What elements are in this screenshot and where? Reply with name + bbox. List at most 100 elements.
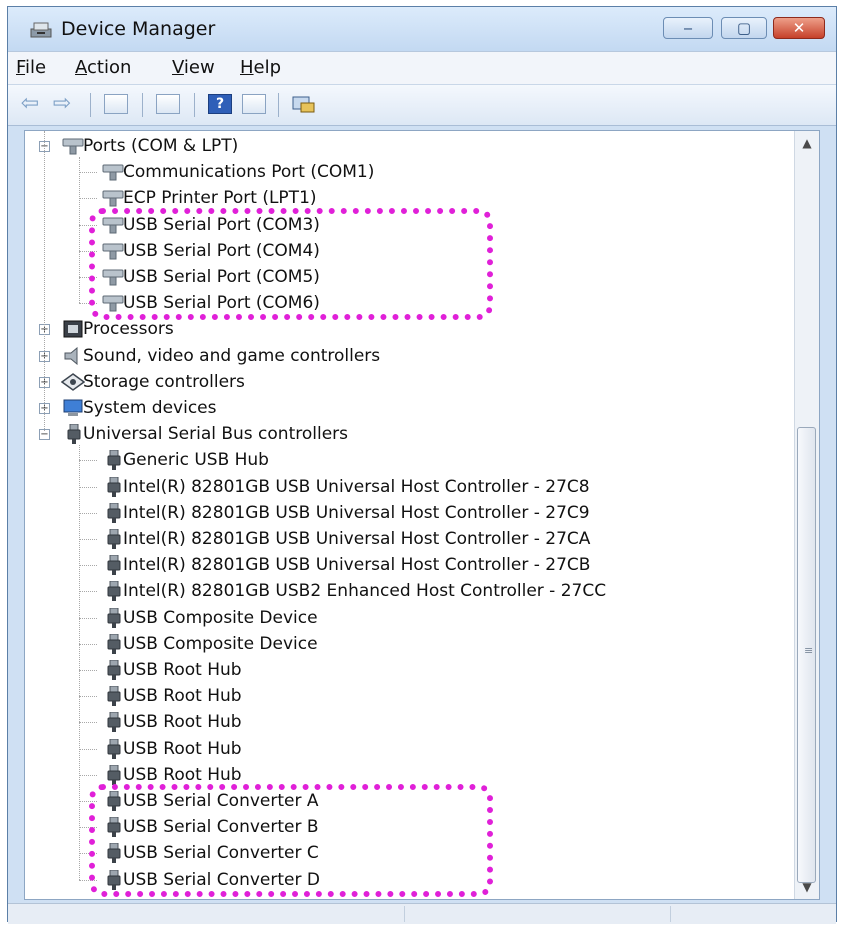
category-label: Sound, video and game controllers bbox=[83, 345, 381, 366]
maximize-button[interactable]: ▢ bbox=[721, 17, 767, 39]
device-label: USB Serial Converter A bbox=[123, 791, 319, 811]
tree-device-usb-root-hub[interactable]: USB Root Hub bbox=[25, 657, 795, 683]
device-label: Intel(R) 82801GB USB2 Enhanced Host Cont… bbox=[123, 581, 607, 602]
minimize-button[interactable]: ‒ bbox=[663, 17, 713, 39]
tree-device-usb-serial-port-com5[interactable]: USB Serial Port (COM5) bbox=[25, 264, 795, 290]
scrollbar-thumb[interactable]: ≡ bbox=[797, 427, 816, 883]
toolbar-separator bbox=[278, 93, 279, 117]
tree-connector bbox=[79, 591, 97, 593]
category-label: Processors bbox=[83, 319, 174, 340]
tree-device-usb-serial-converter-a[interactable]: USB Serial Converter A bbox=[25, 788, 795, 814]
device-label: Intel(R) 82801GB USB Universal Host Cont… bbox=[123, 529, 591, 549]
tree-category-storage-controllers[interactable]: + Storage controllers bbox=[25, 369, 795, 395]
usb-icon bbox=[107, 790, 121, 811]
tree-category-system-devices[interactable]: + System devices bbox=[25, 395, 795, 421]
tree-device-usb-composite-device[interactable]: USB Composite Device bbox=[25, 631, 795, 657]
help-icon[interactable]: ? bbox=[208, 94, 232, 114]
device-label: USB Composite Device bbox=[123, 633, 318, 654]
tree-device-usb-serial-port-com3[interactable]: USB Serial Port (COM3) bbox=[25, 212, 795, 238]
tree-connector bbox=[79, 539, 97, 540]
device-manager-window: Device Manager ‒ ▢ ✕ File Action View He… bbox=[7, 6, 837, 924]
usb-icon bbox=[107, 659, 121, 680]
scroll-up-icon[interactable]: ▲ bbox=[797, 133, 817, 153]
menu-action[interactable]: Action bbox=[75, 57, 131, 78]
tree-device-intel-r-82801gb-usb2-enhanced-host-controller-27cc[interactable]: Intel(R) 82801GB USB2 Enhanced Host Cont… bbox=[25, 578, 795, 604]
menu-file-label: ile bbox=[25, 57, 47, 78]
tree-device-usb-serial-port-com6[interactable]: USB Serial Port (COM6) bbox=[25, 290, 795, 316]
category-label: Universal Serial Bus controllers bbox=[83, 424, 349, 445]
scan-hardware-icon[interactable] bbox=[292, 94, 316, 114]
device-label: Generic USB Hub bbox=[123, 450, 269, 471]
tree-category-sound-video-and-game-controllers[interactable]: + Sound, video and game controllers bbox=[25, 343, 795, 369]
tree-device-generic-usb-hub[interactable]: Generic USB Hub bbox=[25, 447, 795, 473]
forward-icon[interactable]: ⇨ bbox=[50, 93, 74, 115]
menu-file[interactable]: File bbox=[16, 57, 46, 78]
tree-connector bbox=[79, 198, 97, 200]
tree-category-usb[interactable]: − Universal Serial Bus controllers bbox=[25, 421, 795, 447]
usb-icon bbox=[107, 554, 121, 576]
view-icon[interactable] bbox=[242, 94, 266, 114]
status-bar bbox=[8, 903, 836, 924]
device-label: USB Serial Port (COM3) bbox=[123, 214, 320, 235]
menu-view[interactable]: View bbox=[172, 57, 215, 78]
tree-device-usb-serial-converter-b[interactable]: USB Serial Converter B bbox=[25, 814, 795, 840]
tree-device-communications-port-com1[interactable]: Communications Port (COM1) bbox=[25, 159, 795, 185]
usb-icon bbox=[107, 633, 121, 654]
back-icon[interactable]: ⇦ bbox=[18, 93, 42, 115]
tree-device-usb-root-hub[interactable]: USB Root Hub bbox=[25, 709, 795, 735]
tree-device-intel-r-82801gb-usb-universal-host-controller-27c9[interactable]: Intel(R) 82801GB USB Universal Host Cont… bbox=[25, 500, 795, 526]
processor-icon bbox=[61, 320, 85, 338]
device-label: Communications Port (COM1) bbox=[123, 162, 375, 183]
device-label: Intel(R) 82801GB USB Universal Host Cont… bbox=[123, 476, 590, 497]
tree-device-usb-serial-converter-c[interactable]: USB Serial Converter C bbox=[25, 840, 795, 866]
tree-device-usb-composite-device[interactable]: USB Composite Device bbox=[25, 605, 795, 631]
usb-icon bbox=[107, 685, 121, 707]
usb-icon bbox=[107, 580, 121, 602]
tree-connector bbox=[79, 617, 97, 619]
console-tree-icon[interactable] bbox=[104, 94, 128, 114]
tree-connector bbox=[79, 879, 97, 881]
tree-device-intel-r-82801gb-usb-universal-host-controller-27ca[interactable]: Intel(R) 82801GB USB Universal Host Cont… bbox=[25, 526, 795, 552]
tree-category-processors[interactable]: + Processors bbox=[25, 316, 795, 342]
device-label: USB Root Hub bbox=[123, 660, 242, 680]
device-label: USB Serial Port (COM5) bbox=[123, 267, 320, 287]
tree-device-intel-r-82801gb-usb-universal-host-controller-27cb[interactable]: Intel(R) 82801GB USB Universal Host Cont… bbox=[25, 552, 795, 578]
scroll-down-icon[interactable]: ▼ bbox=[797, 877, 817, 897]
tree-device-usb-root-hub[interactable]: USB Root Hub bbox=[25, 736, 795, 762]
port-icon bbox=[61, 137, 85, 155]
tree-device-ecp-printer-port-lpt1[interactable]: ECP Printer Port (LPT1) bbox=[25, 185, 795, 211]
usb-icon bbox=[107, 711, 121, 733]
tree-connector bbox=[79, 460, 97, 462]
close-icon: ✕ bbox=[792, 19, 806, 37]
device-tree[interactable]: ▲ ≡ ▼ − Ports (COM & LPT) Communications P… bbox=[24, 130, 820, 900]
tree-connector bbox=[79, 696, 97, 698]
close-button[interactable]: ✕ bbox=[773, 17, 825, 39]
tree-connector bbox=[79, 774, 97, 776]
properties-icon[interactable] bbox=[156, 94, 180, 114]
port-icon bbox=[101, 242, 125, 260]
status-separator bbox=[670, 906, 671, 922]
menu-bar: File Action View Help bbox=[8, 51, 836, 84]
tree-connector bbox=[79, 643, 97, 645]
tree-connector bbox=[79, 224, 97, 226]
tree-connector bbox=[44, 131, 45, 432]
tree-device-intel-r-82801gb-usb-universal-host-controller-27c8[interactable]: Intel(R) 82801GB USB Universal Host Cont… bbox=[25, 474, 795, 500]
tree-device-usb-serial-converter-d[interactable]: USB Serial Converter D bbox=[25, 867, 795, 893]
tree-category-ports[interactable]: − Ports (COM & LPT) bbox=[25, 133, 795, 159]
tree-device-usb-serial-port-com4[interactable]: USB Serial Port (COM4) bbox=[25, 238, 795, 264]
usb-icon bbox=[107, 607, 121, 628]
tree-connector bbox=[79, 250, 97, 252]
usb-icon bbox=[107, 528, 121, 549]
tree-connector bbox=[79, 853, 97, 855]
tree-device-usb-root-hub[interactable]: USB Root Hub bbox=[25, 683, 795, 709]
window-title: Device Manager bbox=[61, 18, 216, 40]
toolbar-separator bbox=[142, 93, 143, 117]
title-bar[interactable]: Device Manager ‒ ▢ ✕ bbox=[8, 7, 836, 51]
tree-device-usb-root-hub[interactable]: USB Root Hub bbox=[25, 762, 795, 788]
menu-help[interactable]: Help bbox=[240, 57, 281, 78]
status-separator bbox=[404, 906, 405, 922]
vertical-scrollbar[interactable]: ▲ ≡ ▼ bbox=[794, 131, 819, 899]
maximize-icon: ▢ bbox=[736, 19, 752, 37]
device-label: USB Serial Converter D bbox=[123, 869, 320, 890]
minimize-icon: ‒ bbox=[683, 19, 693, 37]
